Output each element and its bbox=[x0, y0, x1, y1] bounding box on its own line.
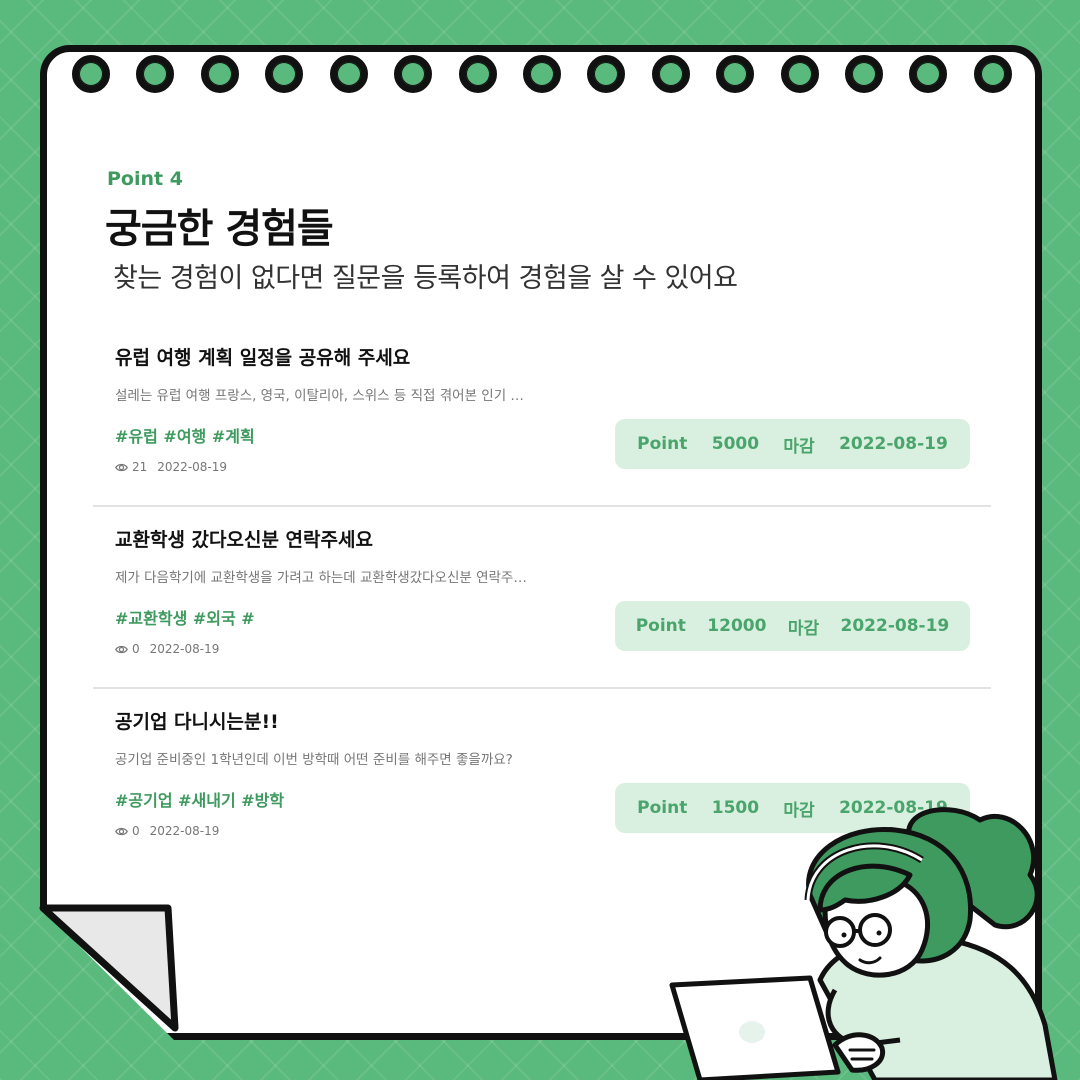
view-count: 21 bbox=[132, 460, 148, 474]
page-title: 궁금한 경험들 bbox=[105, 206, 334, 252]
deadline-label: 마감 bbox=[783, 436, 815, 457]
question-description: 공기업 준비중인 1학년인데 이번 방학때 어떤 준비를 해주면 좋을까요? bbox=[115, 752, 513, 768]
question-card[interactable]: 교환학생 갔다오신분 연락주세요 제가 다음학기에 교환학생을 가려고 하는데 … bbox=[93, 507, 991, 689]
point-deadline-box: Point 12000 마감 2022-08-19 bbox=[615, 601, 970, 651]
eye-icon bbox=[115, 645, 128, 653]
binder-ring-icon bbox=[265, 55, 304, 93]
post-date: 2022-08-19 bbox=[149, 642, 220, 656]
binder-ring-icon bbox=[780, 55, 819, 93]
point-label: Point bbox=[635, 616, 686, 636]
binder-ring-icon bbox=[716, 55, 755, 93]
binder-ring-icon bbox=[651, 55, 690, 93]
question-tags[interactable]: #교환학생 #외국 # bbox=[115, 605, 255, 629]
page-subtitle: 찾는 경험이 없다면 질문을 등록하여 경험을 살 수 있어요 bbox=[113, 263, 738, 294]
deadline-date: 2022-08-19 bbox=[840, 616, 950, 636]
binder-ring-icon bbox=[329, 55, 368, 93]
binder-ring-icon bbox=[458, 55, 497, 93]
question-card[interactable]: 유럽 여행 계획 일정을 공유해 주세요 설레는 유럽 여행 프랑스, 영국, … bbox=[93, 325, 991, 507]
binder-ring-icon bbox=[909, 55, 948, 93]
binder-ring-icon bbox=[587, 55, 626, 93]
eye-icon bbox=[115, 827, 128, 835]
point-value: 5000 bbox=[711, 434, 760, 454]
question-title[interactable]: 공기업 다니시는분!! bbox=[115, 707, 279, 734]
question-meta: 21 2022-08-19 bbox=[115, 460, 227, 474]
question-meta: 0 2022-08-19 bbox=[115, 824, 219, 838]
question-title[interactable]: 교환학생 갔다오신분 연락주세요 bbox=[115, 525, 373, 552]
deadline-label: 마감 bbox=[787, 618, 820, 639]
question-description: 설레는 유럽 여행 프랑스, 영국, 이탈리아, 스위스 등 직접 겪어본 인기… bbox=[115, 388, 524, 404]
question-tags[interactable]: #공기업 #새내기 #방학 bbox=[115, 787, 284, 811]
question-tags[interactable]: #유럽 #여행 #계획 bbox=[115, 423, 255, 447]
binder-ring-icon bbox=[973, 55, 1012, 93]
binder-rings bbox=[72, 55, 1012, 101]
binder-ring-icon bbox=[200, 55, 239, 93]
binder-ring-icon bbox=[394, 55, 433, 93]
binder-ring-icon bbox=[845, 55, 884, 93]
post-date: 2022-08-19 bbox=[149, 824, 220, 838]
view-count: 0 bbox=[132, 642, 140, 656]
question-meta: 0 2022-08-19 bbox=[115, 642, 219, 656]
question-description: 제가 다음학기에 교환학생을 가려고 하는데 교환학생갔다오신분 연락주… bbox=[115, 570, 527, 586]
point-deadline-box: Point 5000 마감 2022-08-19 bbox=[615, 419, 970, 469]
question-title[interactable]: 유럽 여행 계획 일정을 공유해 주세요 bbox=[115, 343, 410, 370]
person-with-laptop-illustration bbox=[669, 807, 1058, 1080]
eye-icon bbox=[115, 463, 128, 471]
binder-ring-icon bbox=[136, 55, 175, 93]
binder-ring-icon bbox=[72, 55, 110, 93]
point-label: Point bbox=[637, 434, 688, 454]
point-value: 12000 bbox=[707, 616, 767, 636]
point-label: Point 4 bbox=[107, 168, 183, 190]
post-date: 2022-08-19 bbox=[157, 460, 228, 474]
deadline-date: 2022-08-19 bbox=[839, 434, 948, 454]
binder-ring-icon bbox=[522, 55, 561, 93]
view-count: 0 bbox=[132, 824, 140, 838]
